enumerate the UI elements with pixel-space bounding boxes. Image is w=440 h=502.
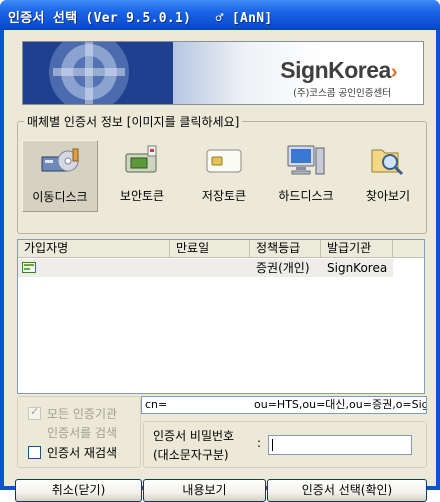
brand-subtitle: (주)코스콤 공인인증센터	[293, 88, 391, 99]
dn-cn: cn=	[145, 398, 168, 411]
column-subscriber[interactable]: 가입자명	[18, 240, 170, 258]
cancel-button[interactable]: 취소(닫기)	[15, 479, 142, 502]
view-details-button[interactable]: 내용보기	[143, 479, 266, 502]
media-group-legend: 매체별 인증서 정보 [이미지를 클릭하세요]	[24, 113, 243, 130]
text-caret	[272, 439, 273, 451]
media-label: 하드디스크	[278, 189, 334, 203]
media-hard-disk[interactable]: 하드디스크	[268, 140, 344, 212]
security-token-icon	[125, 145, 157, 173]
all-ca-label: 모든 인증기관	[47, 407, 118, 421]
password-hint: (대소문자구분)	[153, 448, 229, 462]
media-security-token[interactable]: 보안토큰	[104, 140, 180, 212]
media-label: 찾아보기	[365, 189, 411, 203]
search-options-group: 모든 인증기관 인증서를 검색 인증서 재검색	[17, 396, 141, 468]
password-separator: :	[257, 436, 262, 450]
window-title: 인증서 선택 (Ver 9.5.0.1) ♂ [AnN]	[8, 11, 273, 26]
media-label: 이동디스크	[32, 190, 88, 204]
all-ca-checkbox[interactable]	[28, 405, 41, 420]
signkorea-banner: SignKorea› (주)코스콤 공인인증센터	[22, 41, 424, 105]
media-selection-group: 매체별 인증서 정보 [이미지를 클릭하세요] 이동디스크 보안토큰 저장토큰 …	[17, 113, 427, 234]
password-group: 인증서 비밀번호 (대소문자구분) :	[143, 421, 427, 468]
column-expiry[interactable]: 만료일	[170, 240, 250, 258]
certificate-dn-field[interactable]: cn= ou=HTS,ou=대신,ou=증권,o=Sig	[141, 396, 427, 414]
rescan-checkbox[interactable]	[28, 446, 41, 459]
media-label: 보안토큰	[119, 189, 165, 203]
removable-disk-icon	[41, 148, 79, 172]
dn-value: ou=HTS,ou=대신,ou=증권,o=Sig	[254, 398, 427, 411]
dialog-body: SignKorea› (주)코스콤 공인인증센터 매체별 인증서 정보 [이미지…	[4, 30, 436, 502]
cell-policy: 증권(개인)	[256, 261, 310, 275]
media-label: 저장토큰	[201, 189, 247, 203]
media-browse[interactable]: 찾아보기	[350, 140, 426, 212]
media-storage-token[interactable]: 저장토큰	[186, 140, 262, 212]
media-removable-disk[interactable]: 이동디스크	[22, 140, 98, 212]
select-certificate-button[interactable]: 인증서 선택(확인)	[267, 479, 427, 502]
table-row[interactable]: 증권(개인) SignKorea	[18, 259, 393, 277]
column-issuer[interactable]: 발급기관	[321, 240, 393, 258]
certificate-icon	[22, 262, 36, 273]
brand-logo: SignKorea›	[280, 57, 397, 83]
password-input[interactable]	[268, 435, 412, 455]
title-bar[interactable]: 인증서 선택 (Ver 9.5.0.1) ♂ [AnN]	[0, 0, 440, 30]
vault-illustration-icon	[23, 42, 173, 104]
dialog-window: 인증서 선택 (Ver 9.5.0.1) ♂ [AnN] SignKorea› …	[0, 0, 440, 502]
column-policy[interactable]: 정책등급	[250, 240, 321, 258]
password-label: 인증서 비밀번호	[153, 429, 235, 443]
hard-disk-icon	[287, 145, 325, 175]
storage-token-icon	[206, 149, 242, 173]
rescan-label: 인증서 재검색	[47, 446, 118, 460]
list-header: 가입자명 만료일 정책등급 발급기관	[18, 240, 424, 258]
browse-icon	[371, 149, 404, 176]
cell-issuer: SignKorea	[327, 261, 388, 275]
all-ca-label-2: 인증서를 검색	[47, 426, 118, 440]
certificate-list[interactable]: 가입자명 만료일 정책등급 발급기관 증권(개인) SignKorea	[17, 239, 425, 394]
